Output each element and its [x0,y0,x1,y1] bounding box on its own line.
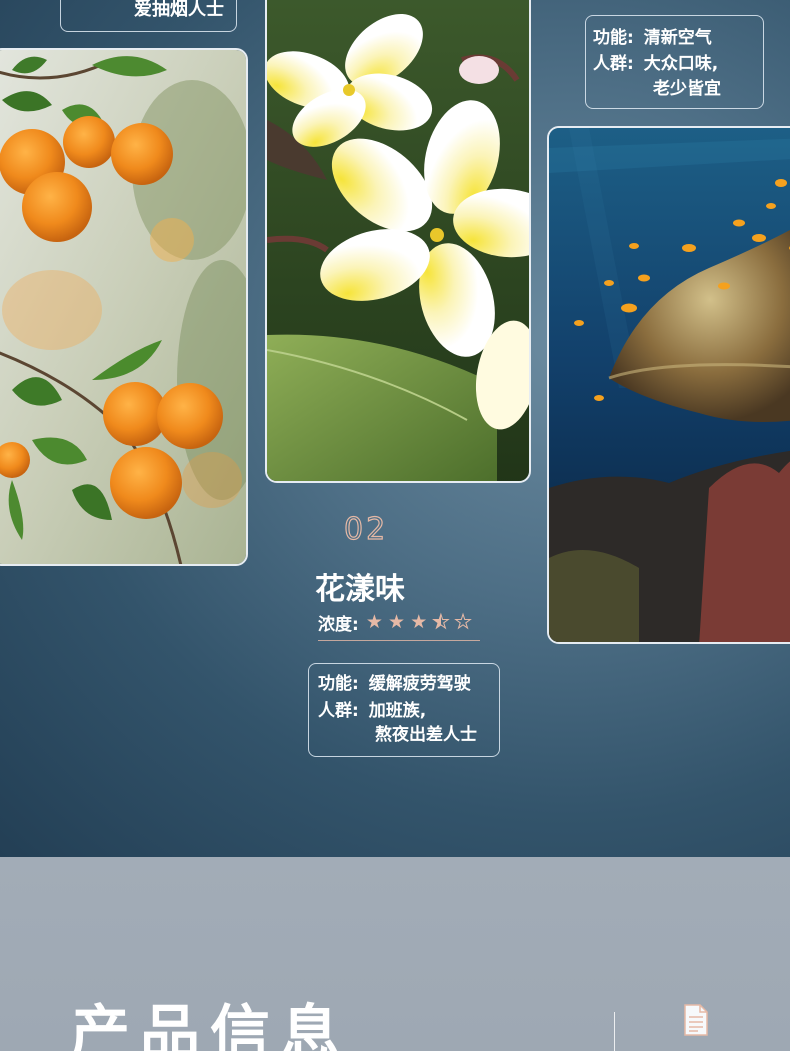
function-label: 功能: [318,674,359,694]
function-value: 清新空气 [643,28,712,48]
info-box-right: 功能: 清新空气 人群: 大众口味, 老少皆宜 [585,15,764,109]
ocean-card[interactable] [547,126,790,644]
star-icon: ★ [388,611,406,633]
concentration-stars: ★ ★ ★ ★★ ★ [365,611,472,633]
info-box-left: 爱抽烟人士 [60,0,237,32]
section-divider [614,1012,615,1051]
fragrance-showcase: 爱抽烟人士 功能: 清新空气 人群: 大众口味, 老少皆宜 02 花漾味 浓度:… [0,0,790,857]
item-name: 花漾味 [315,572,405,607]
section-title: 产品信息 [70,999,350,1051]
orange-tree-photo [0,50,246,564]
flower-card[interactable] [265,0,531,483]
concentration-label: 浓度: [318,615,359,635]
crowd-value-line2: 熬夜出差人士 [375,725,477,745]
orange-card[interactable] [0,48,248,566]
crowd-label: 人群: [318,701,359,721]
function-label: 功能: [593,28,634,48]
function-row: 功能: 清新空气 [593,25,712,51]
star-icon: ★ [410,611,428,633]
concentration-row: 浓度: ★ ★ ★ ★★ ★ [318,610,480,641]
coral-reef-photo [549,128,790,642]
item-number: 02 [343,511,389,547]
crowd-label: 人群: [593,54,634,74]
star-icon: ★ [454,611,472,633]
star-icon: ★★ [432,611,450,633]
crowd-value-line1: 加班族, [368,701,427,721]
frangipani-flower-photo [267,0,529,481]
crowd-value-line2: 老少皆宜 [653,79,721,99]
function-row: 功能: 缓解疲劳驾驶 [318,671,471,697]
star-icon: ★ [365,611,383,633]
function-value: 缓解疲劳驾驶 [368,674,471,694]
product-info-section: 产品信息 [0,857,790,1051]
crowd-value-partial: 爱抽烟人士 [134,0,224,20]
crowd-row: 人群: 大众口味, [593,51,718,77]
info-box-middle: 功能: 缓解疲劳驾驶 人群: 加班族, 熬夜出差人士 [308,663,500,757]
crowd-value-line1: 大众口味, [643,54,719,74]
document-icon [682,1003,710,1037]
crowd-row: 人群: 加班族, [318,698,426,724]
